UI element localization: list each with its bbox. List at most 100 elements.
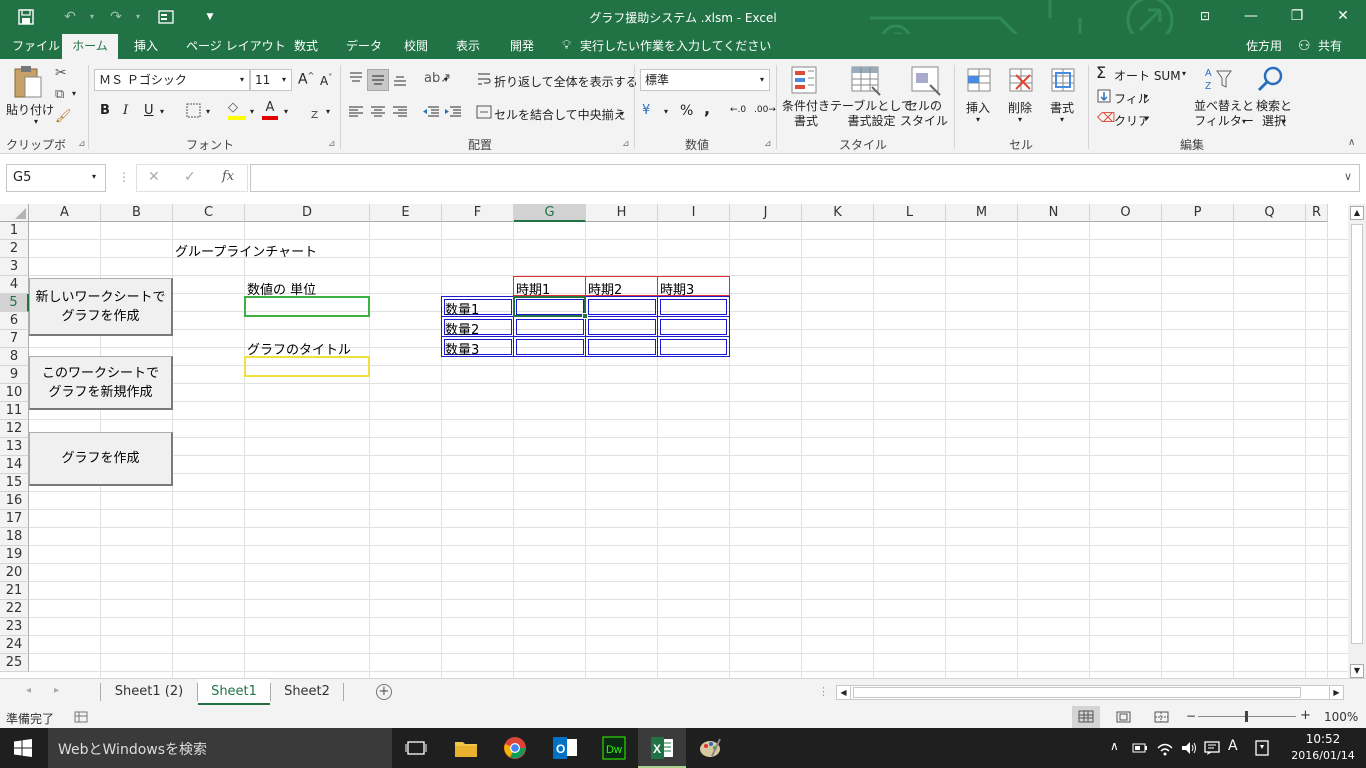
tab-home[interactable]: ホーム [62, 34, 118, 59]
row-header[interactable]: 18 [0, 528, 29, 546]
autosum-icon[interactable]: Σ [1096, 63, 1106, 82]
normal-view-button[interactable] [1072, 706, 1100, 728]
column-header[interactable]: Q [1234, 204, 1306, 222]
scroll-tabs-left-icon[interactable]: ◂ [26, 685, 31, 696]
scroll-up-icon[interactable]: ▲ [1350, 206, 1364, 220]
row-header[interactable]: 12 [0, 420, 29, 438]
chrome-icon[interactable] [503, 736, 527, 760]
scroll-right-icon[interactable]: ▶ [1329, 686, 1343, 699]
delete-cells-icon[interactable] [1006, 65, 1036, 97]
clear-dropdown-icon[interactable]: ▾ [1144, 114, 1148, 123]
row-header[interactable]: 5 [0, 294, 29, 312]
column-header[interactable]: F [442, 204, 514, 222]
row-header[interactable]: 1 [0, 222, 29, 240]
decrease-indent-icon[interactable] [422, 105, 440, 119]
tab-page-layout[interactable]: ページ レイアウト [176, 34, 296, 59]
column-header[interactable]: R [1306, 204, 1328, 222]
battery-icon[interactable] [1132, 742, 1148, 754]
find-select-dropdown-icon[interactable]: ▾ [1282, 117, 1286, 126]
find-select-button[interactable]: 検索と 選択 [1256, 99, 1292, 129]
font-color-icon[interactable]: A [262, 101, 278, 121]
macro-record-icon[interactable] [74, 711, 88, 723]
expand-formula-bar-icon[interactable]: ∨ [1344, 170, 1352, 183]
user-name[interactable]: 佐方用 [1236, 34, 1292, 59]
tab-review[interactable]: 校閲 [394, 34, 438, 59]
row-header[interactable]: 22 [0, 600, 29, 618]
column-header[interactable]: L [874, 204, 946, 222]
row-header[interactable]: 14 [0, 456, 29, 474]
scroll-tabs-right-icon[interactable]: ▸ [54, 685, 59, 696]
fill-dropdown-icon[interactable]: ▾ [1144, 92, 1148, 101]
number-format-dropdown-icon[interactable]: ▾ [760, 75, 764, 84]
row-header[interactable]: 20 [0, 564, 29, 582]
ribbon-display-options-button[interactable]: ⊡ [1182, 0, 1228, 32]
underline-button[interactable]: U [144, 103, 154, 118]
collapse-ribbon-icon[interactable]: ∧ [1348, 137, 1355, 148]
row-header[interactable]: 10 [0, 384, 29, 402]
row-header[interactable]: 24 [0, 636, 29, 654]
currency-dropdown-icon[interactable]: ▾ [664, 107, 668, 116]
quantity-label-cell[interactable]: 数量1 [445, 299, 479, 318]
borders-icon[interactable] [186, 103, 202, 119]
shrink-font-icon[interactable]: A˅ [320, 73, 332, 88]
zoom-out-icon[interactable]: − [1186, 709, 1196, 723]
insert-function-button[interactable]: fx [222, 169, 234, 184]
insert-cells-icon[interactable] [964, 65, 994, 97]
page-break-view-icon[interactable] [1154, 711, 1170, 723]
column-header[interactable]: K [802, 204, 874, 222]
new-sheet-icon[interactable]: + [376, 684, 392, 700]
taskbar-search-placeholder[interactable]: WebとWindowsを検索 [58, 739, 207, 759]
paste-dropdown-icon[interactable]: ▾ [34, 117, 38, 126]
formula-input[interactable] [250, 164, 1360, 192]
clock-date[interactable]: 2016/01/14 [1288, 749, 1358, 762]
sheet-tab[interactable]: Sheet1 (2) [102, 679, 196, 705]
row-header[interactable]: 11 [0, 402, 29, 420]
quantity-label-cell[interactable]: 数量3 [445, 339, 479, 358]
row-header[interactable]: 9 [0, 366, 29, 384]
column-header[interactable]: H [586, 204, 658, 222]
unit-input-cell[interactable] [244, 296, 370, 317]
fill-icon[interactable] [1097, 89, 1111, 103]
font-color-dropdown-icon[interactable]: ▾ [284, 107, 288, 116]
chart-title-input-cell[interactable] [244, 356, 370, 377]
fill-handle[interactable] [582, 313, 588, 319]
select-all-button[interactable] [0, 204, 29, 222]
autosum-dropdown-icon[interactable]: ▾ [1182, 69, 1186, 78]
format-cells-icon[interactable] [1048, 65, 1078, 97]
minimize-button[interactable]: — [1228, 0, 1274, 32]
conditional-format-icon[interactable] [790, 65, 820, 97]
format-as-table-icon[interactable] [850, 65, 882, 97]
horizontal-scrollbar[interactable]: ◀ ▶ [836, 685, 1344, 700]
column-header[interactable]: A [29, 204, 101, 222]
zoom-level[interactable]: 100% [1324, 710, 1358, 724]
insert-dropdown-icon[interactable]: ▾ [976, 115, 980, 124]
row-header[interactable]: 23 [0, 618, 29, 636]
format-cells-button[interactable]: 書式 [1050, 99, 1074, 116]
align-left-icon[interactable] [348, 105, 364, 119]
excel-taskbar-button[interactable]: X [638, 728, 686, 768]
action-center-icon[interactable] [1254, 740, 1270, 756]
font-name-select[interactable]: ＭＳ Ｐゴシック [94, 69, 250, 91]
close-button[interactable]: ✕ [1320, 0, 1366, 32]
active-cell[interactable] [513, 296, 588, 319]
horizontal-scroll-thumb[interactable] [853, 687, 1301, 698]
format-painter-icon[interactable]: 🖌︎ [55, 109, 72, 124]
sheet-tab-active[interactable]: Sheet1 [198, 679, 270, 705]
enter-entry-button[interactable]: ✓ [184, 169, 196, 185]
tab-data[interactable]: データ [336, 34, 392, 59]
decrease-decimal-icon[interactable]: .00→ [754, 105, 776, 115]
tab-formulas[interactable]: 数式 [284, 34, 328, 59]
create-chart-button[interactable]: グラフを作成 [29, 432, 173, 486]
tab-developer[interactable]: 開発 [500, 34, 544, 59]
align-right-icon[interactable] [392, 105, 408, 119]
column-header[interactable]: I [658, 204, 730, 222]
insert-cells-button[interactable]: 挿入 [966, 99, 990, 116]
merge-dropdown-icon[interactable]: ▾ [620, 109, 624, 118]
row-header[interactable]: 16 [0, 492, 29, 510]
font-launcher-icon[interactable]: ⊿ [328, 139, 336, 149]
paste-icon[interactable] [12, 65, 44, 101]
quantity-label-cell[interactable]: 数量2 [445, 319, 479, 338]
font-size-dropdown-icon[interactable]: ▾ [282, 75, 286, 84]
row-header[interactable]: 6 [0, 312, 29, 330]
ime-indicator[interactable]: A [1228, 738, 1238, 754]
